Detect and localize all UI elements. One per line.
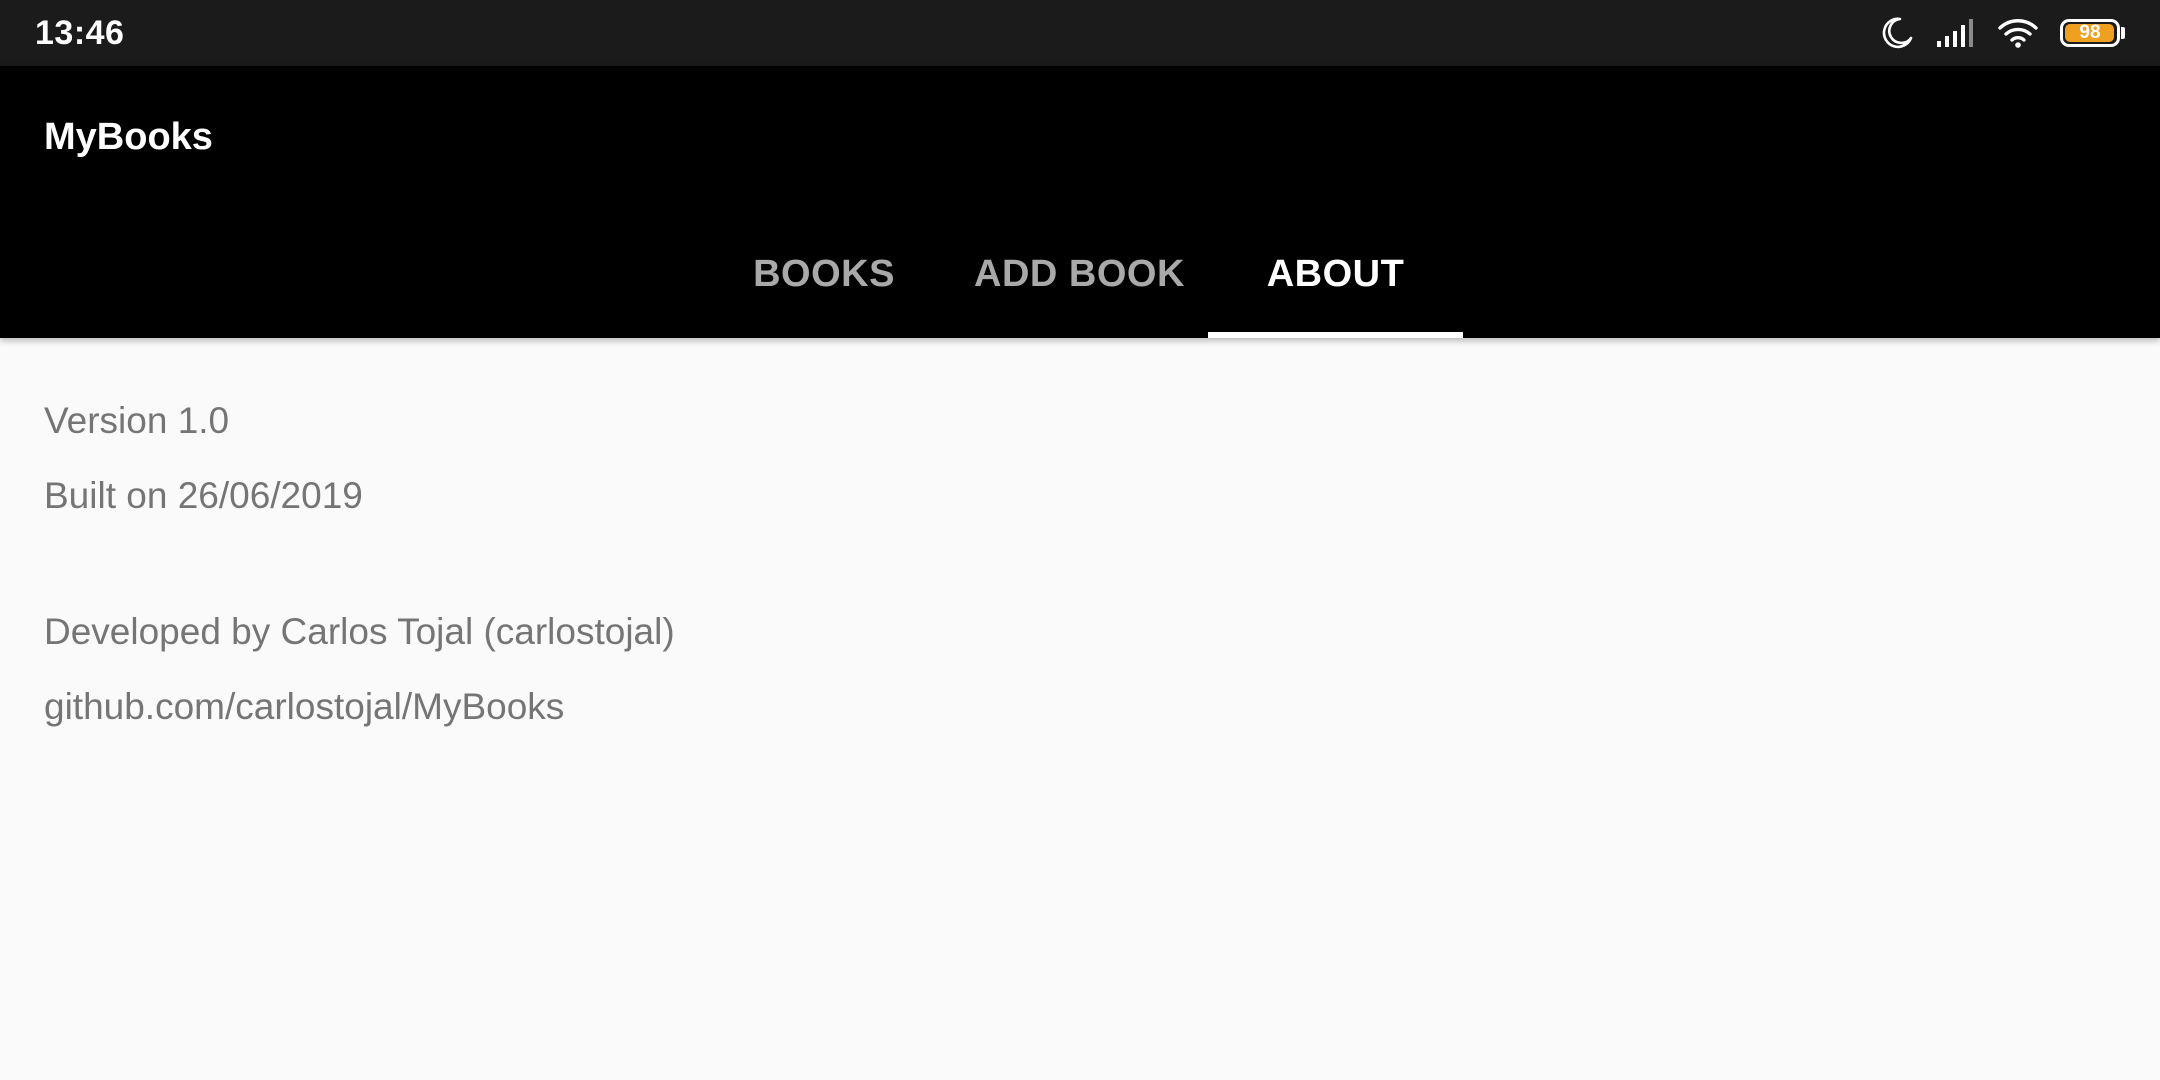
tab-books[interactable]: BOOKS bbox=[724, 210, 924, 338]
battery-level: 98 bbox=[2079, 22, 2101, 43]
battery-tip bbox=[2121, 27, 2125, 39]
wifi-icon bbox=[1998, 17, 2038, 49]
tab-about[interactable]: ABOUT bbox=[1208, 210, 1463, 338]
signal-icon bbox=[1936, 18, 1976, 48]
tab-bar: BOOKS ADD BOOK ABOUT bbox=[0, 210, 2160, 338]
repository-link[interactable]: github.com/carlostojal/MyBooks bbox=[44, 686, 564, 728]
app-title: MyBooks bbox=[44, 116, 213, 158]
build-date-text: Built on 26/06/2019 bbox=[44, 475, 363, 516]
status-bar: 13:46 98 bbox=[0, 0, 2160, 66]
app-bar: MyBooks BOOKS ADD BOOK ABOUT bbox=[0, 66, 2160, 338]
status-icons: 98 bbox=[1880, 0, 2126, 66]
tab-indicator bbox=[1208, 332, 1463, 338]
status-time: 13:46 bbox=[35, 14, 125, 52]
battery-icon: 98 bbox=[2060, 18, 2126, 48]
moon-icon bbox=[1880, 16, 1914, 50]
tab-add-book[interactable]: ADD BOOK bbox=[957, 210, 1202, 338]
developer-text: Developed by Carlos Tojal (carlostojal) bbox=[44, 611, 675, 652]
version-text: Version 1.0 bbox=[44, 400, 230, 441]
battery-body: 98 bbox=[2060, 19, 2120, 47]
screen: 13:46 98 MyBooks BOOKS ADD BOOK ABOUT Ve… bbox=[0, 0, 2160, 1080]
